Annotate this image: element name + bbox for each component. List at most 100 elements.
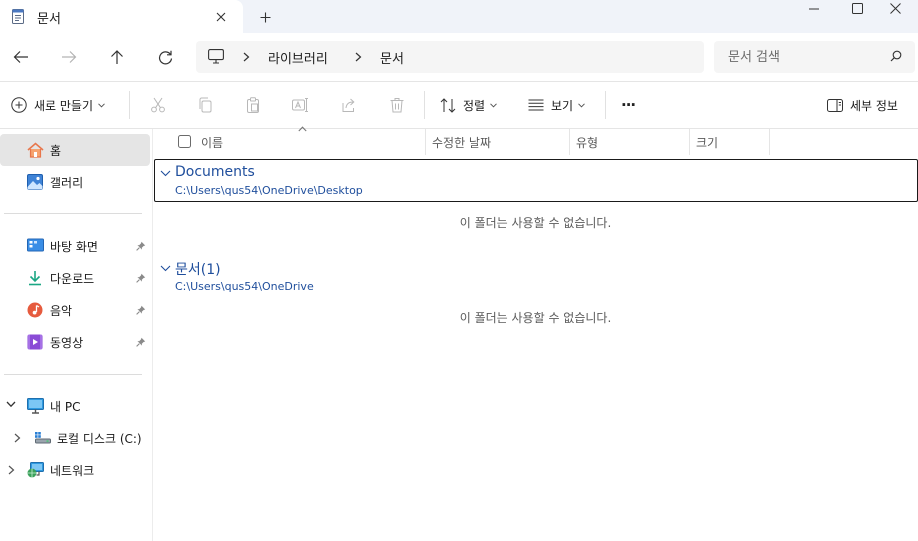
close-window-icon[interactable] — [872, 0, 918, 17]
sort-button-label: 정렬 — [463, 98, 486, 113]
details-pane-button[interactable]: 세부 정보 — [827, 93, 898, 117]
tab-documents[interactable]: 문서 — [0, 0, 243, 33]
download-icon — [27, 270, 43, 286]
sidebar-item-label: 로컬 디스크 (C:) — [57, 432, 142, 446]
view-lines-icon — [528, 99, 544, 111]
network-icon — [27, 462, 44, 478]
drive-icon — [35, 430, 51, 444]
sidebar-item-videos[interactable]: 동영상 — [0, 326, 150, 358]
tab-title: 문서 — [37, 12, 61, 27]
column-type[interactable]: 유형 — [570, 129, 689, 155]
pc-icon — [27, 398, 44, 414]
monitor-icon — [208, 49, 224, 64]
more-options-button[interactable]: ··· — [621, 93, 636, 117]
sidebar-item-gallery[interactable]: 갤러리 — [0, 166, 150, 198]
address-bar[interactable]: 라이브러리 문서 — [196, 41, 704, 73]
sidebar-item-network[interactable]: 네트워크 — [0, 454, 150, 486]
search-box[interactable] — [714, 41, 915, 73]
chevron-down-icon — [490, 102, 497, 108]
chevron-right-icon — [355, 52, 362, 62]
home-icon — [27, 142, 44, 158]
toolbar-divider — [424, 91, 425, 119]
group-header-documents[interactable]: Documents C:\Users\qus54\OneDrive\Deskto… — [154, 159, 918, 202]
column-name-label: 이름 — [201, 136, 224, 150]
details-pane-icon — [827, 98, 843, 112]
pin-icon[interactable] — [136, 305, 146, 315]
view-button[interactable]: 보기 — [528, 93, 585, 117]
group-header-documents-1[interactable]: 문서(1) C:\Users\qus54\OneDrive — [155, 255, 917, 295]
new-button-label: 새로 만들기 — [34, 98, 94, 113]
navigation-bar: 라이브러리 문서 — [0, 33, 918, 82]
new-tab-icon[interactable] — [255, 7, 275, 27]
group-path: C:\Users\qus54\OneDrive — [175, 280, 314, 293]
sidebar-item-label: 동영상 — [50, 336, 84, 350]
sidebar-divider — [4, 374, 142, 375]
sidebar-item-label: 갤러리 — [50, 176, 84, 190]
column-size[interactable]: 크기 — [690, 129, 769, 155]
copy-icon[interactable] — [197, 93, 213, 117]
column-type-label: 유형 — [576, 136, 599, 150]
column-divider[interactable] — [769, 129, 770, 155]
new-button[interactable]: 새로 만들기 — [11, 93, 105, 117]
sidebar-item-music[interactable]: 음악 — [0, 294, 150, 326]
chevron-down-icon[interactable] — [6, 401, 16, 408]
search-input[interactable] — [728, 47, 888, 67]
document-icon — [11, 9, 25, 24]
command-bar: 새로 만들기 정렬 보기 ··· 세부 정보 — [0, 82, 918, 129]
toolbar-divider — [129, 91, 130, 119]
chevron-down-icon[interactable] — [160, 265, 171, 272]
minimize-icon[interactable] — [791, 0, 837, 17]
breadcrumb-library[interactable]: 라이브러리 — [268, 48, 328, 67]
view-button-label: 보기 — [551, 98, 574, 113]
column-size-label: 크기 — [696, 136, 719, 150]
column-date-label: 수정한 날짜 — [432, 136, 492, 150]
sidebar-item-desktop[interactable]: 바탕 화면 — [0, 230, 150, 262]
chevron-down-icon[interactable] — [160, 170, 171, 177]
sidebar-item-label: 네트워크 — [50, 464, 95, 478]
up-arrow-icon[interactable] — [104, 45, 130, 69]
sidebar-item-downloads[interactable]: 다운로드 — [0, 262, 150, 294]
cut-icon[interactable] — [150, 93, 166, 117]
gallery-icon — [27, 174, 43, 190]
toolbar-divider — [605, 91, 606, 119]
refresh-icon[interactable] — [152, 45, 178, 69]
sidebar-item-this-pc[interactable]: 내 PC — [0, 390, 150, 422]
paste-icon[interactable] — [245, 93, 261, 117]
rename-icon[interactable] — [292, 93, 309, 117]
sidebar-item-local-disk[interactable]: 로컬 디스크 (C:) — [0, 422, 150, 454]
share-icon[interactable] — [341, 93, 357, 117]
column-header: 이름 수정한 날짜 유형 크기 — [153, 126, 918, 155]
column-name[interactable]: 이름 — [153, 129, 425, 155]
search-icon[interactable] — [890, 50, 902, 62]
pin-icon[interactable] — [136, 337, 146, 347]
chevron-right-icon[interactable] — [14, 433, 21, 443]
column-date-modified[interactable]: 수정한 날짜 — [426, 129, 569, 155]
pin-icon[interactable] — [136, 241, 146, 251]
navigation-pane: 홈 갤러리 바탕 화면 다운로드 음악 동영상 내 PC 로컬 디스크 (C:)… — [0, 129, 153, 541]
sidebar-item-label: 내 PC — [50, 400, 81, 414]
close-tab-icon[interactable] — [211, 7, 231, 27]
sidebar-item-home[interactable]: 홈 — [0, 134, 150, 166]
music-icon — [27, 302, 43, 318]
empty-folder-message: 이 폴더는 사용할 수 없습니다. — [459, 216, 612, 230]
group-title: 문서(1) — [175, 262, 221, 278]
chevron-down-icon — [98, 102, 105, 108]
details-pane-label: 세부 정보 — [850, 98, 898, 113]
empty-folder-message: 이 폴더는 사용할 수 없습니다. — [459, 311, 612, 325]
file-list: 이름 수정한 날짜 유형 크기 Documents C:\Users\qus54… — [153, 126, 918, 541]
forward-arrow-icon[interactable] — [56, 45, 82, 69]
sort-button[interactable]: 정렬 — [440, 93, 497, 117]
delete-icon[interactable] — [389, 93, 405, 117]
back-arrow-icon[interactable] — [8, 45, 34, 69]
group-title: Documents — [175, 164, 255, 180]
breadcrumb-documents[interactable]: 문서 — [380, 48, 404, 67]
sidebar-item-label: 다운로드 — [50, 272, 95, 286]
pin-icon[interactable] — [136, 273, 146, 283]
sidebar-divider — [4, 213, 142, 214]
sidebar-item-label: 바탕 화면 — [50, 240, 98, 254]
sidebar-item-label: 홈 — [50, 144, 62, 158]
chevron-right-icon — [243, 52, 250, 62]
chevron-right-icon[interactable] — [8, 465, 15, 475]
more-options-label: ··· — [621, 96, 636, 114]
video-icon — [27, 334, 43, 350]
